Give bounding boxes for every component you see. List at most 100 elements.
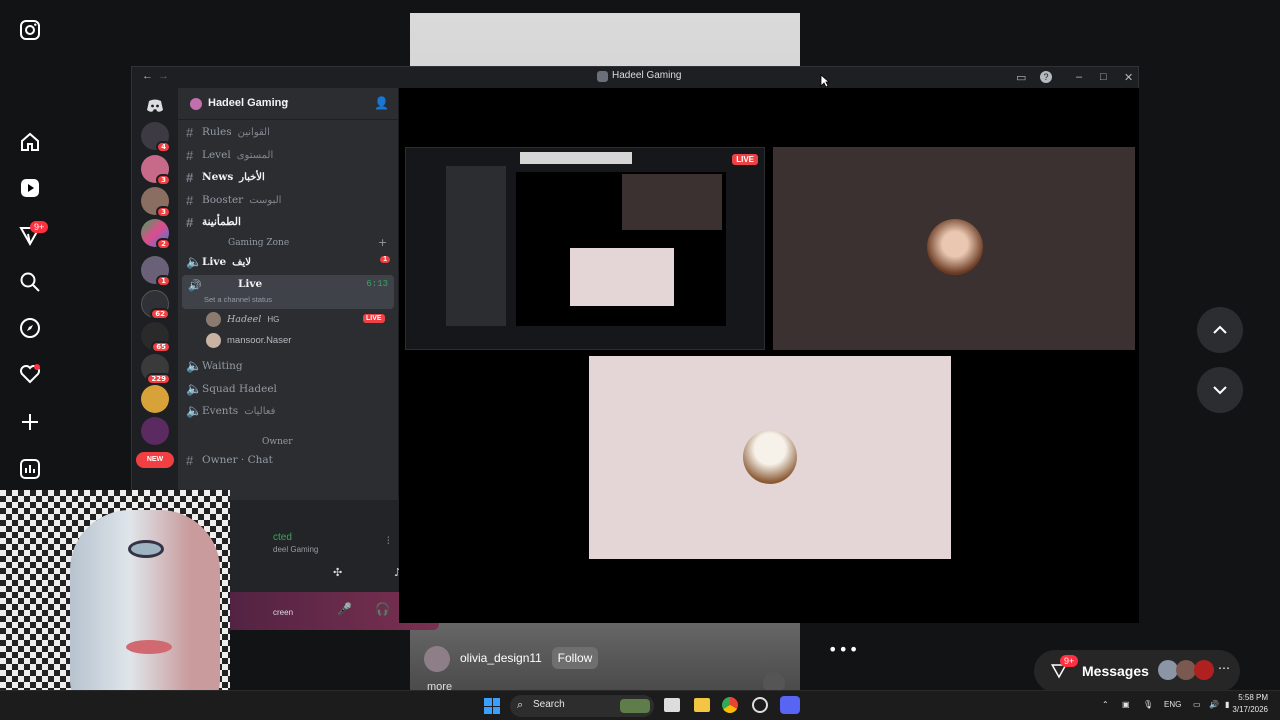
- channel-name: News: [202, 171, 234, 183]
- server-header[interactable]: Hadeel Gaming ⌄ 👤: [178, 88, 398, 120]
- chrome-icon[interactable]: [722, 697, 738, 713]
- app-icon[interactable]: [752, 697, 768, 713]
- task-view-icon[interactable]: [664, 698, 680, 712]
- network-icon[interactable]: ▭: [1193, 700, 1201, 709]
- voice-channel-squad[interactable]: 🔈 Squad Hadeel: [186, 379, 392, 399]
- hash-icon: #: [186, 124, 194, 140]
- create-icon[interactable]: [18, 410, 42, 434]
- tray-chevron-icon[interactable]: ⌃: [1102, 700, 1109, 709]
- more-options-icon[interactable]: •••: [828, 640, 859, 659]
- add-channel-icon[interactable]: +: [378, 236, 387, 249]
- unread-badge: 3: [156, 206, 171, 218]
- chevron-up-icon: [1213, 325, 1227, 334]
- avatar: [206, 332, 221, 348]
- nested-tile: [570, 248, 674, 306]
- messages-button[interactable]: 9+ Messages ⋯: [1034, 650, 1240, 692]
- server-icon[interactable]: 3: [141, 187, 171, 218]
- taskbar-search[interactable]: ⌕ Search: [510, 695, 654, 717]
- previous-reel-button[interactable]: [1197, 307, 1243, 353]
- explore-icon[interactable]: [18, 316, 42, 340]
- channel-news[interactable]: # News الأخبار: [186, 167, 392, 187]
- server-icon[interactable]: 62: [141, 290, 170, 320]
- inbox-icon[interactable]: ▭: [1016, 71, 1026, 84]
- close-button[interactable]: ✕: [1124, 71, 1133, 84]
- screen: 9+ olivia_design11 Follow more ••• 9+ Me…: [0, 0, 1280, 720]
- nested-tile: [622, 174, 722, 230]
- server-icon[interactable]: [141, 417, 169, 445]
- search-label: Search: [533, 699, 565, 710]
- minimize-button[interactable]: –: [1076, 71, 1082, 83]
- channel-name: الطمأنينة: [202, 216, 241, 228]
- category-gaming-zone[interactable]: Gaming Zone: [228, 238, 289, 248]
- discord-home-icon[interactable]: [141, 92, 169, 120]
- heart-icon[interactable]: [18, 362, 42, 386]
- discord-taskbar-icon[interactable]: [780, 696, 800, 714]
- webcam-overlay[interactable]: [0, 490, 230, 720]
- add-member-icon[interactable]: 👤: [374, 96, 389, 110]
- tray-app-icon[interactable]: ▣: [1122, 700, 1130, 709]
- maximize-button[interactable]: □: [1100, 71, 1107, 83]
- channel-name: Level: [202, 149, 231, 161]
- server-icon[interactable]: 65: [141, 322, 171, 353]
- channel-name: Rules: [202, 126, 232, 138]
- category-owner[interactable]: Owner: [262, 437, 293, 447]
- help-icon[interactable]: ?: [1040, 71, 1052, 83]
- reel-username[interactable]: olivia_design11: [460, 651, 542, 665]
- follow-button[interactable]: Follow: [552, 647, 598, 669]
- screenshare-tile[interactable]: LIVE: [405, 147, 765, 350]
- server-icon[interactable]: 229: [141, 354, 171, 385]
- active-voice-channel[interactable]: 🔊 Live 6:13 Set a channel status: [182, 275, 394, 309]
- camera-tile-hadeel[interactable]: [773, 147, 1135, 350]
- reels-icon[interactable]: [18, 176, 42, 200]
- instagram-logo-icon[interactable]: [18, 18, 42, 42]
- server-icon[interactable]: 3: [141, 155, 171, 186]
- speaker-icon: 🔊: [188, 279, 202, 292]
- user-name: Hadeel: [227, 313, 262, 325]
- voice-user-mansoor[interactable]: mansoor.Naser: [206, 331, 291, 349]
- channel-status[interactable]: Set a channel status: [204, 295, 272, 304]
- channel-rules[interactable]: # Rules القوانين: [186, 122, 392, 142]
- forward-arrow-icon[interactable]: →: [158, 70, 169, 82]
- search-icon[interactable]: [18, 270, 42, 294]
- volume-icon[interactable]: 🔊: [1209, 700, 1219, 709]
- lips: [126, 640, 172, 654]
- windows-start-icon[interactable]: [484, 698, 500, 714]
- server-icon-active[interactable]: 1: [141, 256, 171, 287]
- window-title: Hadeel Gaming: [612, 70, 682, 81]
- server-icon[interactable]: [141, 385, 169, 413]
- back-arrow-icon[interactable]: ←: [142, 70, 153, 82]
- language-indicator[interactable]: ENG: [1164, 700, 1181, 709]
- home-icon[interactable]: [18, 130, 42, 154]
- new-badge: NEW: [136, 452, 174, 468]
- mic-icon[interactable]: 🎤: [337, 602, 352, 616]
- voice-channel-events[interactable]: 🔈 Events فعاليات: [186, 401, 392, 421]
- dashboard-icon[interactable]: [18, 457, 42, 481]
- clock-date[interactable]: 3/17/2026: [1228, 705, 1268, 714]
- server-name: Hadeel Gaming: [208, 97, 289, 109]
- title-bar: ← → Hadeel Gaming ▭ ? – □ ✕: [132, 67, 1138, 88]
- clock-time[interactable]: 5:58 PM: [1228, 693, 1268, 702]
- channel-tranquility[interactable]: # الطمأنينة: [186, 212, 392, 232]
- server-icon[interactable]: 2: [141, 219, 171, 250]
- voice-user-hadeel[interactable]: Hadeel HG: [206, 310, 279, 328]
- voice-channel-waiting[interactable]: 🔈 Waiting: [186, 356, 392, 376]
- file-explorer-icon[interactable]: [694, 698, 710, 712]
- mic-tray-icon[interactable]: 🎙: [1143, 700, 1153, 709]
- noise-icon[interactable]: ⫶: [387, 536, 390, 547]
- channel-level[interactable]: # Level المستوى: [186, 145, 392, 165]
- discord-window: ← → Hadeel Gaming ▭ ? – □ ✕ 4 3 3 2 1 62…: [131, 66, 1139, 630]
- server-icon: [190, 98, 202, 110]
- activities-icon[interactable]: ✣: [333, 566, 342, 579]
- hash-icon: #: [186, 452, 194, 468]
- voice-channel-live[interactable]: 🔈 Live لايف 1: [186, 252, 392, 272]
- hash-icon: #: [186, 192, 194, 208]
- next-reel-button[interactable]: [1197, 367, 1243, 413]
- channel-booster[interactable]: # Booster البوست: [186, 190, 392, 210]
- channel-name: Live: [238, 278, 263, 290]
- channel-owner-chat[interactable]: # Owner · Chat: [186, 450, 392, 470]
- camera-tile-mansoor[interactable]: [589, 356, 951, 559]
- headphones-icon[interactable]: 🎧: [375, 602, 390, 616]
- direct-icon[interactable]: 9+: [18, 221, 49, 248]
- server-icon[interactable]: 4: [141, 122, 171, 153]
- reel-avatar[interactable]: [424, 646, 450, 672]
